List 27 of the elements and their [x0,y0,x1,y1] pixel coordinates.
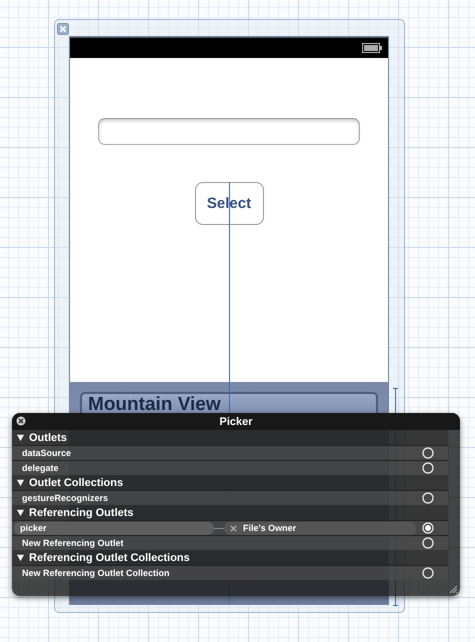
resize-grip-icon[interactable] [448,584,458,594]
connection-circle-icon[interactable] [422,492,434,504]
connection-target[interactable]: File's Owner [224,522,416,534]
section-title: Referencing Outlet Collections [29,552,190,564]
connection-circle-icon[interactable] [422,567,434,579]
disclosure-triangle-icon[interactable] [16,433,25,442]
remove-icon[interactable] [230,524,237,532]
disclosure-triangle-icon[interactable] [16,478,25,487]
outlet-name: New Referencing Outlet Collection [22,568,171,578]
outlet-name: New Referencing Outlet [22,538,125,548]
outlet-name: gestureRecognizers [22,493,110,503]
disclosure-triangle-icon[interactable] [16,553,25,562]
section-title: Outlets [29,432,67,444]
panel-title: Picker [219,416,253,428]
outlet-name: dataSource [22,448,72,458]
connection-circle-icon[interactable] [422,447,434,459]
outlet-name[interactable]: picker [14,522,214,534]
outlet-name: delegate [22,463,60,473]
section-title: Outlet Collections [29,476,124,488]
disclosure-triangle-icon[interactable] [16,508,25,517]
close-icon[interactable] [16,416,26,426]
connected-circle-icon[interactable] [422,522,434,534]
text-field[interactable] [98,118,360,145]
section-title: Referencing Outlets [29,506,134,518]
battery-icon [362,43,382,53]
connection-circle-icon[interactable] [422,537,434,549]
connection-circle-icon[interactable] [422,462,434,474]
